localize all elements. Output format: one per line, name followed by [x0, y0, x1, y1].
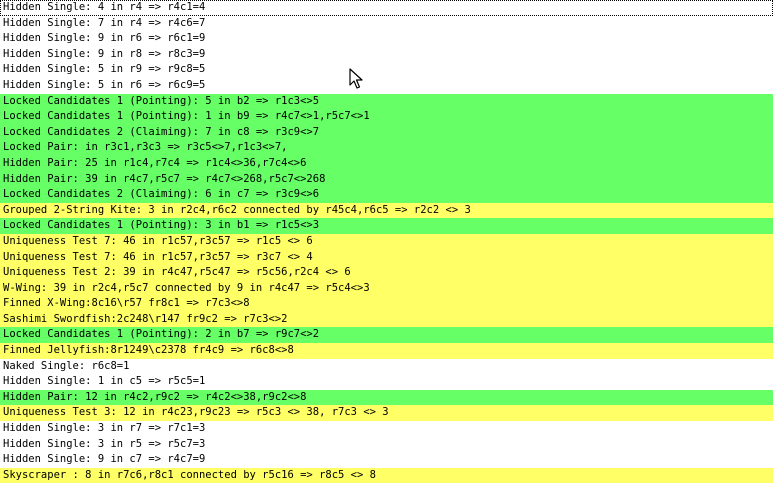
log-row[interactable]: Naked Single: r6c8=1: [0, 358, 773, 375]
log-row[interactable]: Locked Candidates 1 (Pointing): 1 in b9 …: [0, 109, 773, 125]
log-row[interactable]: Hidden Single: 9 in c7 => r4c7=9: [0, 452, 773, 468]
log-row[interactable]: Hidden Single: 4 in r4 => r4c1=4: [0, 0, 773, 16]
log-row[interactable]: Locked Candidates 2 (Claiming): 7 in c8 …: [0, 124, 773, 141]
log-row[interactable]: Hidden Single: 3 in r7 => r7c1=3: [0, 421, 773, 437]
log-row[interactable]: Locked Candidates 1 (Pointing): 3 in b1 …: [0, 218, 773, 234]
log-row[interactable]: Finned Jellyfish:8r1249\c2378 fr4c9 => r…: [0, 343, 773, 359]
solving-steps-log[interactable]: Hidden Single: 4 in r4 => r4c1=4 Hidden S…: [0, 0, 773, 497]
log-row[interactable]: Locked Candidates 1 (Pointing): 5 in b2 …: [0, 93, 773, 110]
log-row[interactable]: Locked Candidates 2 (Claiming): 6 in c7 …: [0, 187, 773, 203]
log-row[interactable]: Locked Pair: in r3c1,r3c3 => r3c5<>7,r1c…: [0, 140, 773, 156]
log-row[interactable]: Finned X-Wing:8c16\r57 fr8c1 => r7c3<>8: [0, 296, 773, 312]
log-row[interactable]: Hidden Single: 9 in r6 => r6c1=9: [0, 31, 773, 47]
log-row[interactable]: Skyscraper : 8 in r7c6,r8c1 connected by…: [0, 467, 773, 484]
log-row[interactable]: Locked Candidates 1 (Pointing): 2 in b7 …: [0, 327, 773, 344]
log-row[interactable]: Hidden Single: 5 in r9 => r9c8=5: [0, 62, 773, 78]
log-row[interactable]: Grouped 2-String Kite: 3 in r2c4,r6c2 co…: [0, 202, 773, 219]
log-row[interactable]: Hidden Single: 1 in c5 => r5c5=1: [0, 374, 773, 390]
log-row[interactable]: Uniqueness Test 7: 46 in r1c57,r3c57 => …: [0, 249, 773, 266]
log-row[interactable]: Sashimi Swordfish:2c248\r147 fr9c2 => r7…: [0, 311, 773, 328]
log-row[interactable]: Hidden Single: 9 in r8 => r8c3=9: [0, 46, 773, 63]
log-row[interactable]: W-Wing: 39 in r2c4,r5c7 connected by 9 i…: [0, 280, 773, 297]
log-row[interactable]: Hidden Single: 3 in r5 => r5c7=3: [0, 436, 773, 453]
log-row[interactable]: Hidden Pair: 25 in r1c4,r7c4 => r1c4<>36…: [0, 155, 773, 172]
log-row[interactable]: Hidden Pair: 39 in r4c7,r5c7 => r4c7<>26…: [0, 171, 773, 188]
log-row[interactable]: Uniqueness Test 7: 46 in r1c57,r3c57 => …: [0, 233, 773, 250]
log-row[interactable]: Hidden Pair: 12 in r4c2,r9c2 => r4c2<>38…: [0, 389, 773, 406]
log-row[interactable]: Uniqueness Test 3: 12 in r4c23,r9c23 => …: [0, 405, 773, 422]
log-row[interactable]: Uniqueness Test 2: 39 in r4c47,r5c47 => …: [0, 265, 773, 281]
log-row[interactable]: Hidden Single: 7 in r4 => r4c6=7: [0, 15, 773, 32]
log-row[interactable]: Hidden Single: 5 in r6 => r6c9=5: [0, 77, 773, 94]
